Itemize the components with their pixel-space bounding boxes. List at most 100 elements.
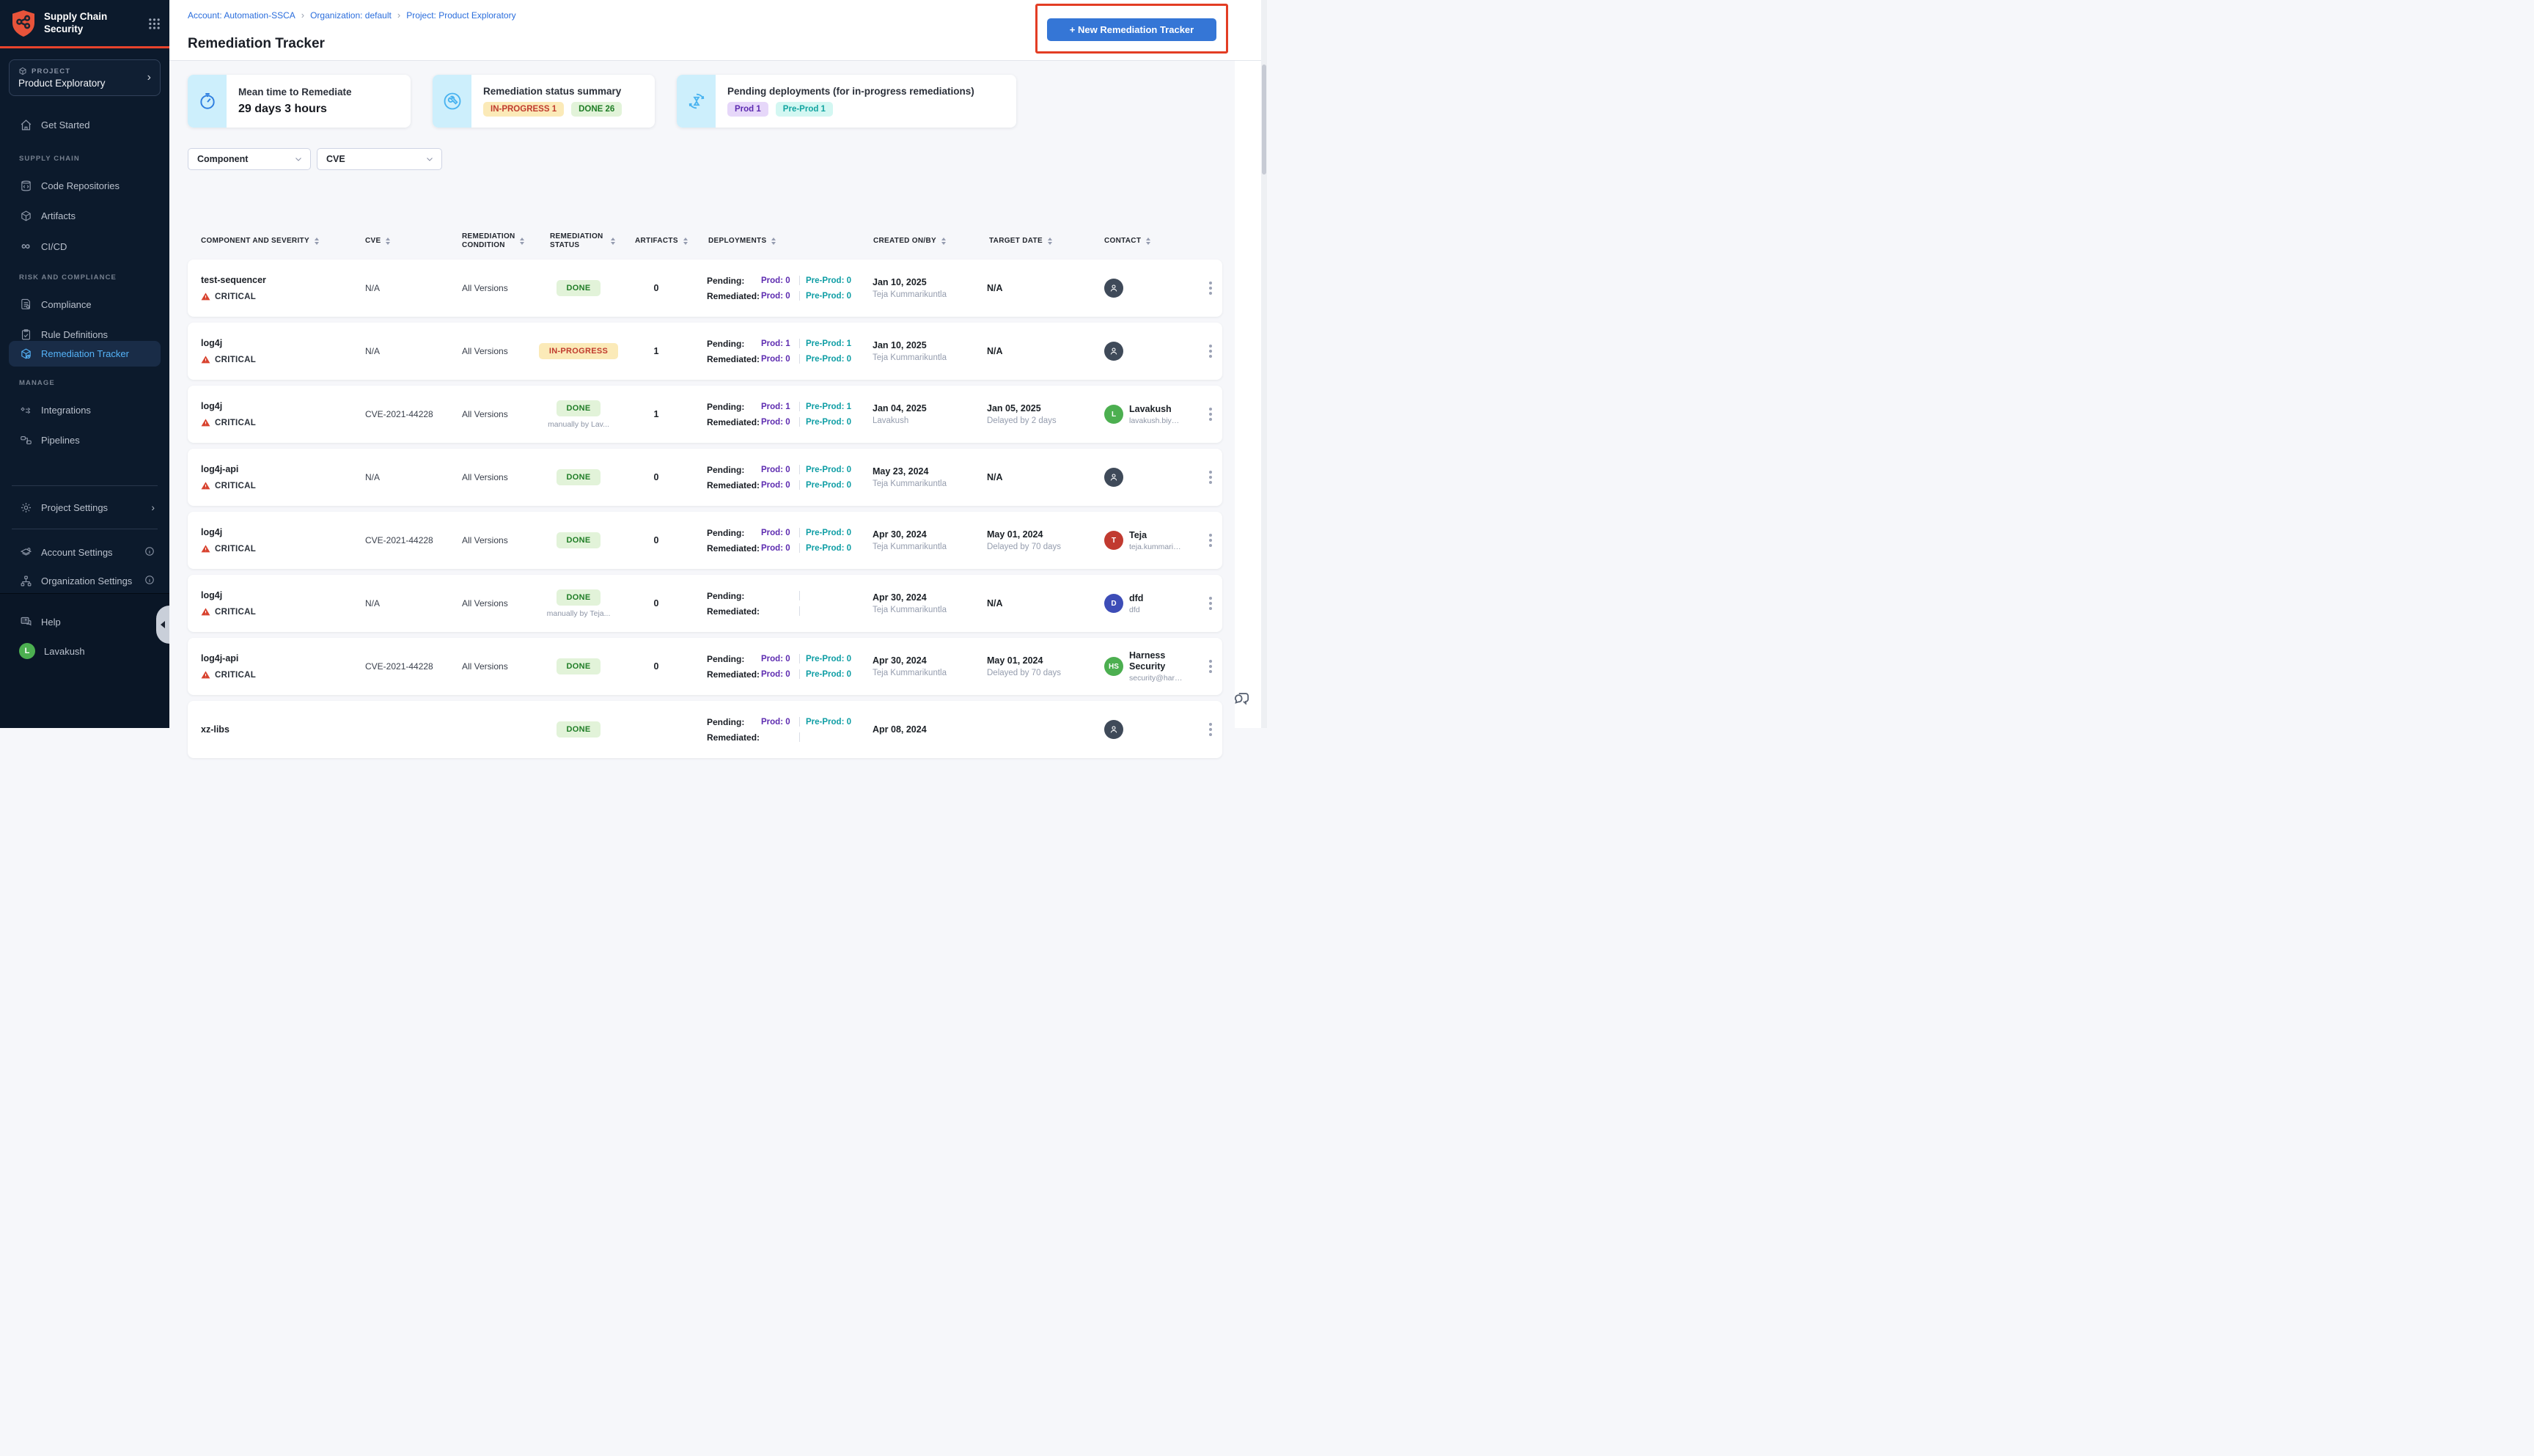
info-icon: [144, 575, 155, 587]
severity: CRITICAL: [201, 670, 348, 680]
divider: [799, 606, 800, 616]
row-actions-kebab-icon[interactable]: [1183, 723, 1222, 736]
sidebar-item-integrations[interactable]: Integrations: [0, 398, 169, 422]
sidebar-item-label: Account Settings: [41, 546, 113, 558]
preprod-pending-badge: Pre-Prod 1: [775, 102, 833, 117]
remediated-prod: Prod: 0: [761, 291, 790, 301]
cve-value: CVE-2021-44228: [365, 661, 433, 672]
table-row[interactable]: test-sequencer CRITICAL N/A All Versions…: [188, 260, 1222, 317]
row-actions-kebab-icon[interactable]: [1183, 408, 1222, 421]
sidebar-item-cicd[interactable]: ∞ CI/CD: [0, 235, 169, 258]
column-header-remediation-status[interactable]: REMEDIATION STATUS: [532, 232, 625, 251]
severity: CRITICAL: [201, 481, 348, 490]
sidebar-item-account-settings[interactable]: Account Settings: [0, 540, 169, 564]
divider: [799, 543, 800, 553]
created-on-by: Apr 30, 2024 Teja Kummarikuntla: [873, 592, 947, 614]
column-header-component[interactable]: COMPONENT AND SEVERITY: [188, 237, 348, 246]
sidebar-item-remediation-tracker[interactable]: Remediation Tracker: [9, 341, 161, 367]
sidebar-item-project-settings[interactable]: Project Settings ›: [0, 496, 169, 519]
table-row[interactable]: log4j-api CRITICAL N/A All Versions DONE…: [188, 449, 1222, 506]
created-on-by: Jan 04, 2025 Lavakush: [873, 403, 927, 425]
row-actions-kebab-icon[interactable]: [1183, 597, 1222, 610]
row-actions-kebab-icon[interactable]: [1183, 345, 1222, 358]
project-selector[interactable]: PROJECT Product Exploratory ›: [9, 59, 161, 96]
account-settings-icon: [19, 545, 32, 559]
sidebar-item-pipelines[interactable]: Pipelines: [0, 428, 169, 452]
component-filter-dropdown[interactable]: Component: [188, 148, 311, 170]
remediated-prod: Prod: 0: [761, 354, 790, 364]
pending-label: Pending:: [707, 716, 745, 727]
contact-name: dfd: [1129, 592, 1144, 603]
remediation-status: DONE manually by Lav...: [532, 400, 625, 429]
row-actions-kebab-icon[interactable]: [1183, 471, 1222, 484]
status-badge: IN-PROGRESS: [538, 343, 619, 359]
sidebar-item-label: Help: [41, 616, 61, 628]
sidebar-section-risk-and-compliance: RISK AND COMPLIANCE: [19, 273, 117, 282]
cve-filter-dropdown[interactable]: CVE: [317, 148, 442, 170]
sort-icon: [941, 238, 946, 245]
artifacts-count: 0: [653, 472, 659, 482]
table-row[interactable]: log4j CRITICAL N/A All Versions IN-PROGR…: [188, 323, 1222, 380]
right-rail: [1232, 61, 1261, 728]
created-on-by: Apr 08, 2024: [873, 724, 927, 735]
table-row[interactable]: log4j CRITICAL N/A All Versions DONE manu…: [188, 575, 1222, 632]
breadcrumb-organization-link[interactable]: Organization: default: [310, 10, 392, 21]
sidebar-collapse-handle[interactable]: [156, 606, 169, 644]
sidebar-item-compliance[interactable]: Compliance: [0, 293, 169, 316]
row-actions-kebab-icon[interactable]: [1183, 282, 1222, 295]
new-remediation-tracker-button[interactable]: + New Remediation Tracker: [1047, 18, 1216, 41]
sidebar-item-get-started[interactable]: Get Started: [0, 113, 169, 136]
organization-settings-icon: [19, 574, 32, 587]
app-switcher-grid-icon[interactable]: [148, 18, 161, 30]
row-actions-kebab-icon[interactable]: [1183, 660, 1222, 673]
column-header-artifacts[interactable]: ARTIFACTS: [625, 237, 694, 246]
app-logo-row: Supply Chain Security: [10, 9, 161, 38]
status-badge: DONE: [556, 658, 601, 674]
sidebar-user[interactable]: L Lavakush: [0, 639, 169, 663]
pending-label: Pending:: [707, 464, 745, 475]
table-row[interactable]: log4j-api CRITICAL CVE-2021-44228 All Ve…: [188, 638, 1222, 695]
remediation-status: DONE: [532, 721, 625, 738]
table-row[interactable]: log4j CRITICAL CVE-2021-44228 All Versio…: [188, 512, 1222, 569]
pending-preprod: Pre-Prod: 0: [806, 654, 851, 663]
remediation-condition: All Versions: [462, 472, 508, 482]
card-remediation-status-summary: Remediation status summary IN-PROGRESS 1…: [433, 75, 655, 128]
vertical-scrollbar[interactable]: [1261, 0, 1267, 728]
table-row[interactable]: log4j CRITICAL CVE-2021-44228 All Versio…: [188, 386, 1222, 443]
remediated-preprod: Pre-Prod: 0: [806, 669, 851, 679]
contact: [1088, 468, 1183, 487]
project-name: Product Exploratory: [18, 78, 106, 89]
help-chat-icon: [19, 615, 32, 628]
deployments: Pending: Prod: 0 Pre-Prod: 0 Remediated: Pr…: [694, 654, 859, 680]
column-header-remediation-condition[interactable]: REMEDIATION CONDITION: [440, 232, 532, 251]
column-header-deployments[interactable]: DEPLOYMENTS: [694, 237, 859, 246]
sidebar-item-code-repositories[interactable]: Code Repositories: [0, 174, 169, 197]
project-label: PROJECT: [32, 67, 71, 76]
created-on-by: Apr 30, 2024 Teja Kummarikuntla: [873, 655, 947, 677]
critical-warning-icon: [201, 671, 210, 679]
table-row[interactable]: xz-libs DONE Pending: Prod: 0 Pre-Prod: 0 …: [188, 701, 1222, 758]
sidebar-item-label: CI/CD: [41, 240, 67, 252]
sidebar-item-help[interactable]: Help: [0, 610, 169, 633]
card-title: Pending deployments (for in-progress rem…: [727, 86, 974, 97]
scrollbar-thumb[interactable]: [1262, 65, 1266, 174]
artifacts-count: 1: [653, 346, 659, 356]
row-actions-kebab-icon[interactable]: [1183, 534, 1222, 547]
remediated-prod: Prod: 0: [761, 669, 790, 679]
component-name: log4j: [201, 401, 223, 411]
chat-support-icon[interactable]: [1232, 688, 1251, 707]
breadcrumb-project-link[interactable]: Project: Product Exploratory: [406, 10, 515, 21]
sidebar-item-organization-settings[interactable]: Organization Settings: [0, 569, 169, 592]
sidebar-item-artifacts[interactable]: Artifacts: [0, 204, 169, 227]
table-rows: test-sequencer CRITICAL N/A All Versions…: [188, 260, 1222, 758]
column-header-created-on-by[interactable]: CREATED ON/BY: [859, 237, 974, 246]
component-name: log4j: [201, 527, 223, 537]
remediated-preprod: Pre-Prod: 0: [806, 354, 851, 364]
pending-label: Pending:: [707, 653, 745, 664]
column-header-cve[interactable]: CVE: [348, 237, 440, 246]
component-name: log4j: [201, 590, 223, 600]
breadcrumb-account-link[interactable]: Account: Automation-SSCA: [188, 10, 295, 21]
column-header-target-date[interactable]: TARGET DATE: [974, 237, 1088, 246]
column-header-contact[interactable]: CONTACT: [1088, 237, 1183, 246]
sidebar-bottom-dock: Help L Lavakush: [0, 593, 169, 728]
